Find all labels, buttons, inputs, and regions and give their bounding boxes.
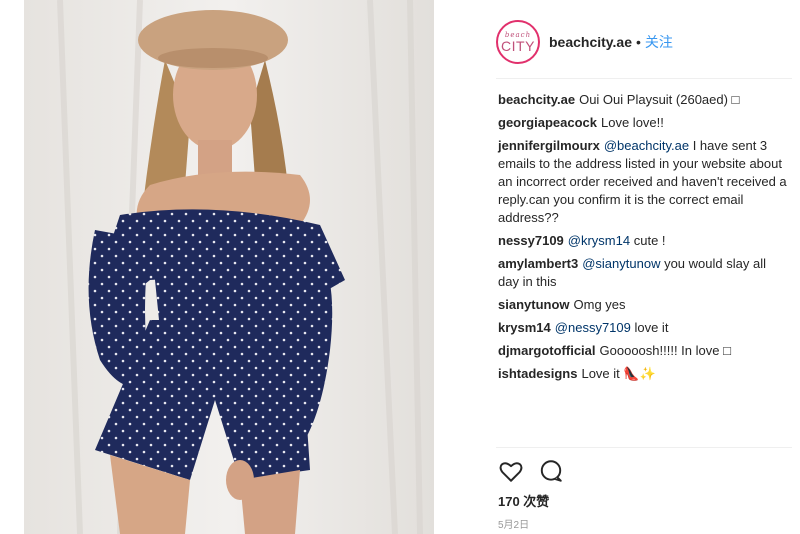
post-date[interactable]: 5月2日 xyxy=(498,516,529,531)
comment-user[interactable]: krysm14 xyxy=(498,320,551,335)
comment-user[interactable]: beachcity.ae xyxy=(498,92,575,107)
comment-text: Love love!! xyxy=(601,115,664,130)
photo-illustration xyxy=(0,0,484,534)
comment-item: ishtadesigns Love it 👠✨ xyxy=(498,365,788,383)
avatar[interactable]: beach CITY xyxy=(496,20,540,64)
comment-user[interactable]: nessy7109 xyxy=(498,233,564,248)
post-header: beach CITY beachcity.ae • 关注 xyxy=(496,12,792,72)
comment-item: djmargotofficial Gooooosh!!!!! In love □ xyxy=(498,342,788,360)
action-bar xyxy=(498,458,578,484)
comment-item: sianytunow Omg yes xyxy=(498,296,788,314)
comment-mention[interactable]: @beachcity.ae xyxy=(604,138,689,153)
separator-dot: • xyxy=(636,34,641,50)
comment-item: krysm14 @nessy7109 love it xyxy=(498,319,788,337)
comment-user[interactable]: sianytunow xyxy=(498,297,570,312)
comment-item: georgiapeacock Love love!! xyxy=(498,114,788,132)
comment-item: jennifergilmourx @beachcity.ae I have sen… xyxy=(498,137,788,227)
comment-mention[interactable]: @sianytunow xyxy=(582,256,660,271)
like-count[interactable]: 170 次赞 xyxy=(498,491,549,510)
comment-mention[interactable]: @nessy7109 xyxy=(555,320,631,335)
comment-user[interactable]: amylambert3 xyxy=(498,256,578,271)
comment-text: love it xyxy=(630,320,669,335)
comment-user[interactable]: djmargotofficial xyxy=(498,343,596,358)
comment-item: amylambert3 @sianytunow you would slay al… xyxy=(498,255,788,291)
comment-text: Omg yes xyxy=(573,297,626,312)
comment-user[interactable]: jennifergilmourx xyxy=(498,138,600,153)
header-divider xyxy=(496,78,792,79)
avatar-logo-big: CITY xyxy=(501,37,535,54)
post-panel: beach CITY beachcity.ae • 关注 beachcity.a… xyxy=(484,0,800,534)
post-photo[interactable] xyxy=(0,0,484,534)
comment-mention[interactable]: @krysm14 xyxy=(568,233,630,248)
comment-item: beachcity.ae Oui Oui Playsuit (260aed) □ xyxy=(498,91,788,109)
comment-icon[interactable] xyxy=(538,458,564,484)
comment-user[interactable]: ishtadesigns xyxy=(498,366,577,381)
account-name[interactable]: beachcity.ae xyxy=(549,34,632,50)
comment-text: Oui Oui Playsuit (260aed) □ xyxy=(579,92,740,107)
follow-button[interactable]: 关注 xyxy=(645,32,673,52)
comment-user[interactable]: georgiapeacock xyxy=(498,115,597,130)
comment-list: beachcity.ae Oui Oui Playsuit (260aed) □ … xyxy=(498,91,788,388)
comment-text: Love it 👠✨ xyxy=(581,366,656,381)
actions-divider xyxy=(496,447,792,448)
comment-item: nessy7109 @krysm14 cute ! xyxy=(498,232,788,250)
heart-icon[interactable] xyxy=(498,458,524,484)
comment-text: Gooooosh!!!!! In love □ xyxy=(599,343,731,358)
comment-text: cute ! xyxy=(630,233,666,248)
